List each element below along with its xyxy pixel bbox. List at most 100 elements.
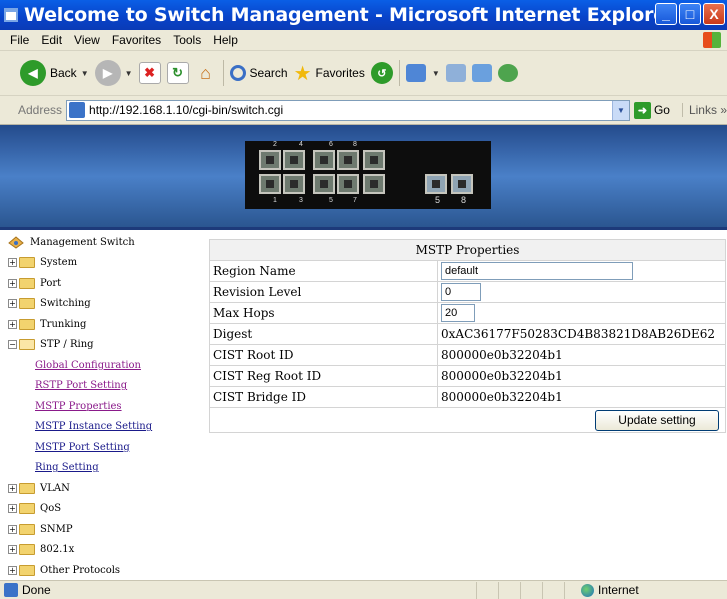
address-bar: Address http://192.168.1.10/cgi-bin/swit… (0, 96, 727, 125)
port-label: 2 (273, 141, 277, 148)
edit-icon[interactable] (471, 64, 492, 82)
menu-help[interactable]: Help (213, 33, 238, 47)
tree-item-other-protocols[interactable]: + Other Protocols (8, 560, 198, 581)
mstp-port-setting-link[interactable]: MSTP Port Setting (35, 442, 130, 453)
tree-subitem-global-configuration[interactable]: Global Configuration (8, 355, 198, 376)
mail-icon[interactable] (405, 64, 426, 82)
expand-icon[interactable]: + (8, 319, 17, 329)
tree-subitem-rstp-port-setting[interactable]: RSTP Port Setting (8, 376, 198, 397)
tree-item-switching[interactable]: + Switching (8, 294, 198, 315)
tree-item-system[interactable]: + System (8, 253, 198, 274)
tree-item-qos[interactable]: + QoS (8, 499, 198, 520)
menu-file[interactable]: File (10, 33, 29, 47)
forward-arrow-icon: ▶ (94, 60, 121, 86)
folder-icon (19, 277, 35, 289)
expand-icon[interactable]: + (8, 299, 17, 309)
tree-subitem-ring-setting[interactable]: Ring Setting (8, 458, 198, 479)
region-name-label: Region Name (209, 260, 438, 282)
tree-item-port[interactable]: + Port (8, 273, 198, 294)
go-label: Go (653, 103, 670, 117)
update-row: Update setting (209, 407, 726, 433)
cist-bridge-id-label: CIST Bridge ID (209, 386, 438, 408)
port-label: 1 (273, 197, 277, 204)
banner-divider (0, 227, 727, 230)
tree-item-stp-ring[interactable]: − STP / Ring (8, 335, 198, 356)
address-input[interactable]: http://192.168.1.10/cgi-bin/switch.cgi ▼ (66, 99, 630, 121)
expand-icon[interactable]: + (8, 504, 17, 514)
window-title: Welcome to Switch Management - Microsoft… (24, 4, 676, 26)
expand-icon[interactable]: + (8, 278, 17, 288)
mstp-properties-link[interactable]: MSTP Properties (35, 401, 122, 412)
tree-subitem-mstp-port-setting[interactable]: MSTP Port Setting (8, 437, 198, 458)
search-button[interactable]: Search (229, 65, 288, 81)
messenger-icon[interactable] (497, 64, 518, 82)
favorites-button[interactable]: ★ Favorites (294, 61, 365, 86)
home-icon[interactable]: ⌂ (195, 62, 217, 84)
port-label: 3 (299, 197, 303, 204)
uplink-port-image (451, 174, 473, 194)
stop-icon[interactable]: ✖ (138, 62, 161, 84)
expand-icon[interactable]: + (8, 545, 17, 555)
menu-favorites[interactable]: Favorites (112, 33, 161, 47)
table-row: CIST Reg Root ID 800000e0b32204b1 (209, 365, 726, 387)
menu-edit[interactable]: Edit (41, 33, 62, 47)
expand-icon[interactable]: + (8, 524, 17, 534)
cist-reg-root-id-value: 800000e0b32204b1 (437, 365, 726, 387)
mstp-instance-setting-link[interactable]: MSTP Instance Setting (35, 421, 152, 432)
rstp-port-setting-link[interactable]: RSTP Port Setting (35, 380, 127, 391)
tree-item-snmp[interactable]: + SNMP (8, 519, 198, 540)
go-button[interactable]: ➜ Go (633, 101, 670, 119)
port-label: 6 (329, 141, 333, 148)
port-label: 8 (461, 195, 467, 205)
expand-icon[interactable]: + (8, 483, 17, 493)
update-setting-button[interactable]: Update setting (595, 409, 719, 431)
tree-root[interactable]: Management Switch (8, 232, 198, 253)
table-row: Update setting (209, 407, 726, 433)
expand-icon[interactable]: + (8, 258, 17, 268)
address-dropdown-icon[interactable]: ▼ (611, 100, 629, 120)
max-hops-input[interactable] (441, 304, 475, 322)
tree-subitem-mstp-properties[interactable]: MSTP Properties (8, 396, 198, 417)
navigation-tree: Management Switch + System + Port + Swit… (8, 232, 198, 581)
history-icon[interactable]: ↺ (370, 62, 393, 84)
table-header-row: MSTP Properties (209, 239, 726, 261)
revision-level-input[interactable] (441, 283, 481, 301)
max-hops-label: Max Hops (209, 302, 438, 324)
tree-item-label: 802.1x (40, 544, 75, 556)
status-pane (498, 581, 520, 599)
mail-dropdown-icon[interactable]: ▼ (432, 69, 440, 78)
star-icon: ★ (293, 62, 312, 85)
page-icon (69, 102, 86, 118)
expand-icon[interactable]: + (8, 565, 17, 575)
menu-view[interactable]: View (74, 33, 100, 47)
minimize-button[interactable]: _ (655, 3, 677, 25)
back-button[interactable]: ◀ Back ▼ (20, 60, 89, 86)
ie-window-icon (4, 8, 18, 22)
port-image (313, 174, 335, 194)
tree-item-vlan[interactable]: + VLAN (8, 478, 198, 499)
print-icon[interactable] (445, 64, 466, 82)
refresh-icon[interactable]: ↻ (166, 62, 189, 84)
close-button[interactable]: X (703, 3, 725, 25)
back-dropdown-icon[interactable]: ▼ (81, 69, 89, 78)
table-row: CIST Root ID 800000e0b32204b1 (209, 344, 726, 366)
menu-bar: File Edit View Favorites Tools Help (0, 30, 727, 51)
collapse-icon[interactable]: − (8, 340, 17, 350)
forward-dropdown-icon[interactable]: ▼ (125, 69, 133, 78)
tree-item-label: VLAN (40, 482, 70, 494)
tree-subitem-mstp-instance-setting[interactable]: MSTP Instance Setting (8, 417, 198, 438)
port-image (337, 174, 359, 194)
tree-item-trunking[interactable]: + Trunking (8, 314, 198, 335)
maximize-button[interactable]: □ (679, 3, 701, 25)
port-image (337, 150, 359, 170)
forward-button[interactable]: ▶ ▼ (94, 60, 133, 86)
menu-tools[interactable]: Tools (173, 33, 201, 47)
port-label: 4 (299, 141, 303, 148)
region-name-input[interactable] (441, 262, 633, 280)
digest-value: 0xAC36177F50283CD4B83821D8AB26DE62 (437, 323, 726, 345)
links-button[interactable]: Links » (681, 103, 727, 117)
ring-setting-link[interactable]: Ring Setting (35, 462, 99, 473)
tree-item-label: STP / Ring (40, 339, 94, 351)
tree-item-8021x[interactable]: + 802.1x (8, 540, 198, 561)
global-configuration-link[interactable]: Global Configuration (35, 360, 141, 371)
